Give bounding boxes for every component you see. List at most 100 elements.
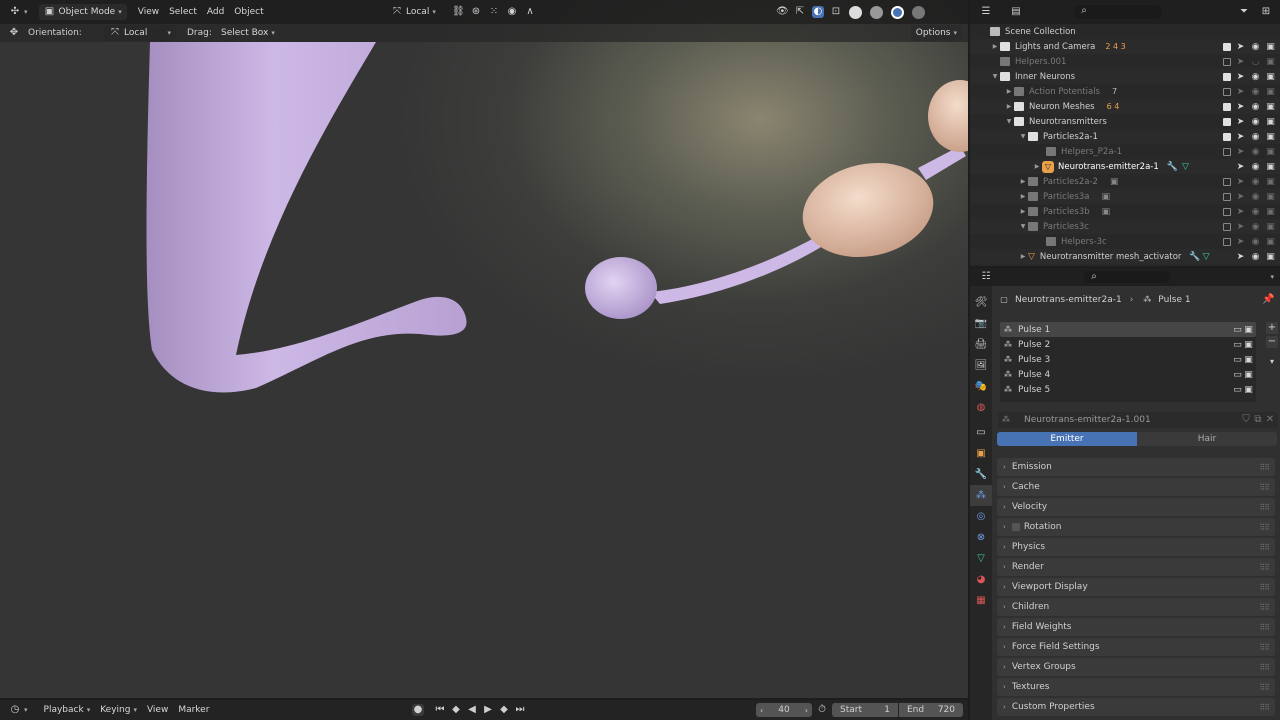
rotation-checkbox[interactable] xyxy=(1011,523,1020,531)
panel-viewport-display[interactable]: › Viewport Display ⠿⠿ xyxy=(997,578,1275,596)
outliner-row-neurotransmitters[interactable]: ▼ Neurotransmitters ➤ ◉ ▣ xyxy=(970,114,1280,129)
outliner-row-neurotransmitter-mesh-activator[interactable]: ▶ ▽ Neurotransmitter mesh_activator 🔧 ▽ … xyxy=(970,249,1280,264)
next-keyframe-icon[interactable]: ◆ xyxy=(498,704,510,716)
viewport-display-icon[interactable]: ▭ xyxy=(1232,370,1243,380)
camera-icon[interactable]: ▣ xyxy=(1243,325,1254,335)
menu-select[interactable]: Select xyxy=(164,4,202,20)
exclude-checkbox[interactable] xyxy=(1223,177,1231,186)
solid-shading-icon[interactable] xyxy=(849,5,862,19)
overlay-icon[interactable]: ◐ xyxy=(812,6,824,18)
expand-arrow-icon[interactable]: ▶ xyxy=(1004,88,1014,95)
material-shading-icon[interactable] xyxy=(870,5,883,19)
expand-arrow-icon[interactable]: ▶ xyxy=(1032,163,1042,170)
exclude-checkbox[interactable] xyxy=(1223,237,1231,246)
eye-icon[interactable]: ◉ xyxy=(1250,162,1261,172)
particles-tab-icon[interactable]: ⁂ xyxy=(970,485,992,506)
object-tab-icon[interactable]: ▣ xyxy=(970,443,992,464)
prev-keyframe-icon[interactable]: ◆ xyxy=(450,704,462,716)
panel-render[interactable]: › Render ⠿⠿ xyxy=(997,558,1275,576)
outliner-search-input[interactable]: ⌕ xyxy=(1074,5,1162,19)
eye-icon[interactable]: ◉ xyxy=(1250,177,1261,187)
gizmo-icon[interactable]: ⇱ xyxy=(794,6,806,18)
outliner-row-scene-collection[interactable]: Scene Collection xyxy=(970,24,1280,39)
viewport-display-icon[interactable]: ▭ xyxy=(1232,355,1243,365)
panel-velocity[interactable]: › Velocity ⠿⠿ xyxy=(997,498,1275,516)
outliner[interactable]: ☰ ▤ ⌕ ⏷ ⊞ Scene Collection ▶ Lights and … xyxy=(970,0,1280,266)
frame-end-field[interactable]: End 720 xyxy=(899,703,963,717)
child-badge[interactable]: 2 4 3 xyxy=(1105,42,1125,51)
mode-dropdown[interactable]: ▣ Object Mode ▾ xyxy=(38,4,127,20)
drag-handle-icon[interactable]: ⠿⠿ xyxy=(1259,663,1270,672)
outliner-row-particles3c[interactable]: ▼ Particles3c ➤ ◉ ▣ xyxy=(970,219,1280,234)
modifier-tab-icon[interactable]: 🔧 xyxy=(970,464,992,485)
eye-icon[interactable]: ◉ xyxy=(1250,132,1261,142)
camera-icon[interactable]: ▣ xyxy=(1243,355,1254,365)
drag-handle-icon[interactable]: ⠿⠿ xyxy=(1259,563,1270,572)
expand-arrow-icon[interactable]: ▶ xyxy=(1018,193,1028,200)
timeline-editor-type-button[interactable]: ◷ ▾ xyxy=(4,702,33,718)
menu-playback[interactable]: Playback ▾ xyxy=(39,702,96,718)
tool-tab-icon[interactable]: 🛠 xyxy=(970,292,992,313)
outliner-row-particles3a[interactable]: ▶ Particles3a ▣ ➤ ◉ ▣ xyxy=(970,189,1280,204)
outliner-editor-icon[interactable]: ☰ xyxy=(980,6,992,18)
remove-icon[interactable]: − xyxy=(1266,336,1278,348)
rendered-shading-icon[interactable] xyxy=(891,5,904,19)
menu-marker[interactable]: Marker xyxy=(173,702,214,718)
exclude-checkbox[interactable] xyxy=(1223,147,1231,156)
panel-custom-properties[interactable]: › Custom Properties ⠿⠿ xyxy=(997,698,1275,716)
hair-option[interactable]: Hair xyxy=(1137,432,1277,446)
collapse-arrow-icon[interactable]: ▼ xyxy=(990,73,1000,80)
properties-editor-icon[interactable]: ☷ xyxy=(980,271,992,283)
eye-icon[interactable]: ◉ xyxy=(1250,42,1261,52)
jump-end-icon[interactable]: ⏭ xyxy=(514,704,526,716)
exclude-checkbox[interactable] xyxy=(1223,42,1231,51)
3d-viewport[interactable]: ✣ ▾ ▣ Object Mode ▾ View Select Add Objec… xyxy=(0,0,968,698)
view-layer-tab-icon[interactable]: 🖼 xyxy=(970,355,992,376)
camera-icon[interactable]: ▣ xyxy=(1265,177,1276,187)
increment-icon[interactable]: › xyxy=(805,706,808,715)
duplicate-icon[interactable]: ⧉ xyxy=(1252,414,1264,426)
camera-icon[interactable]: ▣ xyxy=(1265,192,1276,202)
transform-orientation-dropdown[interactable]: ⤧ Local ▾ xyxy=(386,4,441,20)
selectable-icon[interactable]: ➤ xyxy=(1235,207,1246,217)
exclude-checkbox[interactable] xyxy=(1223,117,1231,126)
selectable-icon[interactable]: ➤ xyxy=(1235,102,1246,112)
drag-handle-icon[interactable]: ⠿⠿ xyxy=(1259,543,1270,552)
camera-icon[interactable]: ▣ xyxy=(1265,147,1276,157)
list-item-pulse-4[interactable]: ⁂ Pulse 4 ▭ ▣ xyxy=(1000,367,1256,382)
eye-icon[interactable]: ◉ xyxy=(1250,87,1261,97)
play-reverse-icon[interactable]: ◀ xyxy=(466,704,478,716)
outliner-row-inner-neurons[interactable]: ▼ Inner Neurons ➤ ◉ ▣ xyxy=(970,69,1280,84)
play-icon[interactable]: ▶ xyxy=(482,704,494,716)
camera-icon[interactable]: ▣ xyxy=(1265,42,1276,52)
material-tab-icon[interactable]: ◕ xyxy=(970,569,992,590)
panel-emission[interactable]: › Emission ⠿⠿ xyxy=(997,458,1275,476)
drag-handle-icon[interactable]: ⠿⠿ xyxy=(1259,643,1270,652)
selectable-icon[interactable]: ➤ xyxy=(1235,222,1246,232)
selectable-icon[interactable]: ➤ xyxy=(1235,162,1246,172)
camera-icon[interactable]: ▣ xyxy=(1265,117,1276,127)
current-frame-field[interactable]: ‹ 40 › xyxy=(756,703,812,717)
panel-rotation[interactable]: › Rotation ⠿⠿ xyxy=(997,518,1275,536)
expand-arrow-icon[interactable]: ▶ xyxy=(990,43,1000,50)
snap-target-icon[interactable]: ⁙ xyxy=(488,6,500,18)
camera-icon[interactable]: ▣ xyxy=(1265,162,1276,172)
child-badge[interactable]: 7 xyxy=(1112,87,1117,96)
outliner-row-particles2a-2[interactable]: ▶ Particles2a-2 ▣ ➤ ◉ ▣ xyxy=(970,174,1280,189)
selectable-icon[interactable]: ➤ xyxy=(1235,177,1246,187)
shading-options-icon[interactable] xyxy=(912,5,925,19)
selectable-icon[interactable]: ➤ xyxy=(1235,57,1246,67)
drag-handle-icon[interactable]: ⠿⠿ xyxy=(1259,603,1270,612)
emitter-option[interactable]: Emitter xyxy=(997,432,1137,446)
scene-tab-icon[interactable]: 🎭 xyxy=(970,376,992,397)
exclude-checkbox[interactable] xyxy=(1223,102,1231,111)
eye-icon[interactable]: ◉ xyxy=(1250,207,1261,217)
properties-search-input[interactable]: ⌕ xyxy=(1084,271,1170,283)
camera-icon[interactable]: ▣ xyxy=(1265,207,1276,217)
falloff-icon[interactable]: ∧ xyxy=(524,6,536,18)
constraints-tab-icon[interactable]: ⊗ xyxy=(970,527,992,548)
panel-field-weights[interactable]: › Field Weights ⠿⠿ xyxy=(997,618,1275,636)
eye-icon[interactable]: ◉ xyxy=(1250,192,1261,202)
eye-icon[interactable]: ◉ xyxy=(1250,102,1261,112)
drag-handle-icon[interactable]: ⠿⠿ xyxy=(1259,623,1270,632)
